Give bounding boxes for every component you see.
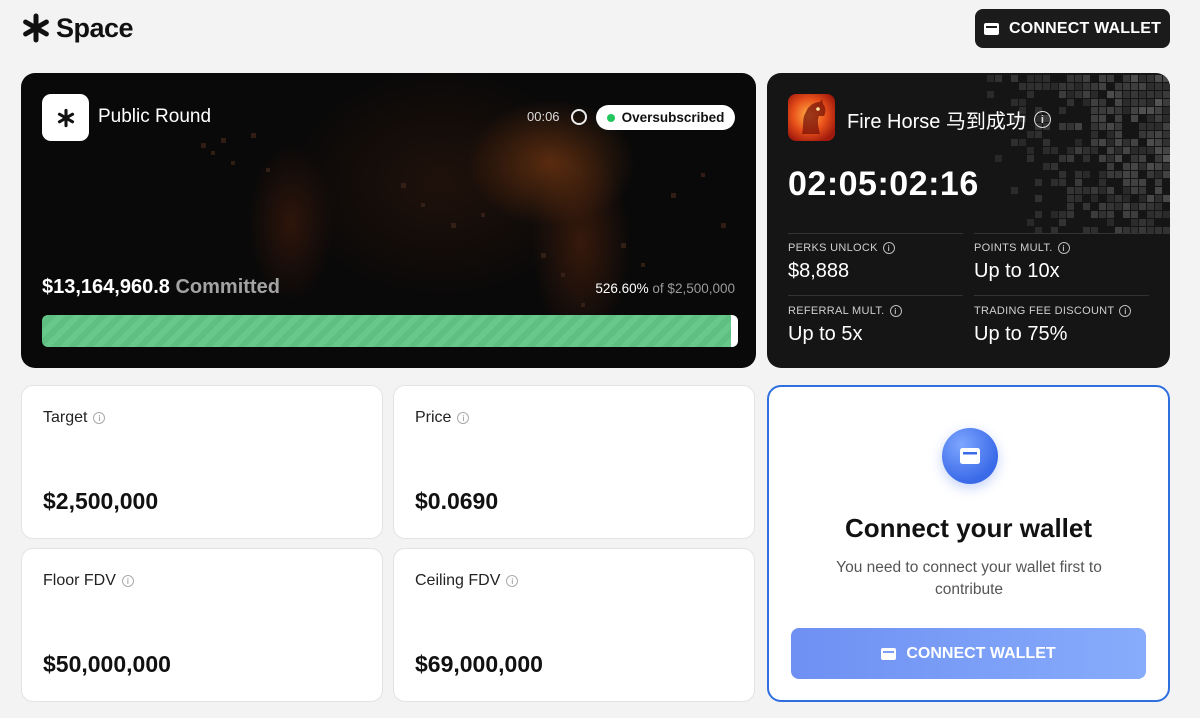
- percent-value: 526.60%: [595, 281, 649, 296]
- committed-amount: $13,164,960.8 Committed: [42, 276, 280, 299]
- metric-value: $69,000,000: [415, 651, 543, 677]
- metric-label-text: Target: [43, 409, 88, 426]
- stat-perks-unlock: PERKS UNLOCK i $8,888: [788, 242, 963, 283]
- info-icon[interactable]: i: [889, 305, 902, 317]
- connect-wallet-cta-label: CONNECT WALLET: [906, 644, 1056, 662]
- metric-label-text: Floor FDV: [43, 572, 116, 589]
- round-icon: [42, 94, 89, 141]
- wallet-icon: [983, 22, 999, 35]
- asterisk-icon: [57, 108, 74, 127]
- wallet-icon: [960, 448, 980, 464]
- committed-value: $13,164,960.8: [42, 276, 170, 298]
- metric-label-text: Price: [415, 409, 452, 426]
- timer-circle-icon: [571, 109, 587, 125]
- metric-label: Ceiling FDV i: [415, 572, 519, 590]
- connect-wallet-label: CONNECT WALLET: [1008, 19, 1162, 37]
- round-title: Public Round: [98, 106, 212, 127]
- stat-label: REFERRAL MULT. i: [788, 305, 963, 317]
- progress-bar: [42, 315, 738, 347]
- connect-wallet-button[interactable]: CONNECT WALLET: [975, 9, 1170, 48]
- asterisk-logo-icon: [23, 13, 49, 43]
- metric-label: Target i: [43, 409, 106, 427]
- divider: [788, 295, 963, 296]
- metric-label: Price i: [415, 409, 470, 427]
- stat-value: Up to 10x: [974, 260, 1060, 282]
- public-round-card: Public Round 00:06 Oversubscribed $13,16…: [21, 73, 756, 368]
- metric-value: $2,500,000: [43, 488, 159, 514]
- progress-fill: [42, 315, 738, 347]
- event-title-text: Fire Horse 马到成功: [847, 111, 1026, 133]
- info-icon[interactable]: i: [1057, 242, 1070, 254]
- metric-card-floor-fdv: Floor FDV i $50,000,000: [21, 548, 383, 702]
- divider: [788, 233, 963, 234]
- stat-label: POINTS MULT. i: [974, 242, 1149, 254]
- countdown-timer: 02:05:02:16: [788, 165, 979, 203]
- brand-name: Space: [56, 12, 134, 43]
- metric-value: $50,000,000: [43, 651, 171, 677]
- brand-logo[interactable]: Space: [20, 12, 134, 44]
- stat-value: Up to 5x: [788, 323, 863, 345]
- stat-label-text: POINTS MULT.: [974, 242, 1053, 254]
- wallet-icon: [881, 647, 897, 660]
- fire-horse-avatar: [788, 94, 835, 141]
- progress-percent: 526.60% of $2,500,000: [595, 281, 735, 296]
- metric-label-text: Ceiling FDV: [415, 572, 501, 589]
- committed-label: Committed: [175, 276, 280, 298]
- metric-label: Floor FDV i: [43, 572, 134, 590]
- connect-panel-title: Connect your wallet: [844, 513, 1093, 543]
- wallet-badge-icon: [942, 428, 998, 484]
- stat-label: TRADING FEE DISCOUNT i: [974, 305, 1149, 317]
- info-icon[interactable]: i: [1033, 111, 1051, 128]
- connect-panel-description: You need to connect your wallet first to…: [836, 559, 1102, 598]
- connect-wallet-panel: Connect your wallet You need to connect …: [767, 385, 1170, 702]
- info-icon[interactable]: i: [121, 575, 134, 587]
- event-title: Fire Horse 马到成功 i: [847, 105, 1051, 134]
- divider: [974, 233, 1149, 234]
- stat-label: PERKS UNLOCK i: [788, 242, 963, 254]
- stat-points-mult: POINTS MULT. i Up to 10x: [974, 242, 1149, 283]
- divider: [974, 295, 1149, 296]
- connect-wallet-cta-button[interactable]: CONNECT WALLET: [791, 628, 1146, 679]
- round-timer: 00:06: [527, 109, 560, 124]
- progress-cap: [731, 315, 738, 347]
- status-label: Oversubscribed: [621, 110, 725, 125]
- fire-horse-card: Fire Horse 马到成功 i 02:05:02:16 PERKS UNLO…: [767, 73, 1170, 368]
- metric-card-price: Price i $0.0690: [393, 385, 755, 539]
- info-icon[interactable]: i: [93, 412, 106, 424]
- metric-value: $0.0690: [415, 488, 499, 514]
- stat-trading-fee-discount: TRADING FEE DISCOUNT i Up to 75%: [974, 305, 1149, 346]
- stat-label-text: TRADING FEE DISCOUNT: [974, 305, 1115, 317]
- metric-card-ceiling-fdv: Ceiling FDV i $69,000,000: [393, 548, 755, 702]
- percent-of-label: of $2,500,000: [652, 281, 735, 296]
- stat-value: Up to 75%: [974, 323, 1068, 345]
- stat-value: $8,888: [788, 260, 850, 282]
- stat-label-text: PERKS UNLOCK: [788, 242, 878, 254]
- info-icon[interactable]: i: [1119, 305, 1132, 317]
- status-dot-icon: [606, 113, 615, 122]
- info-icon[interactable]: i: [506, 575, 519, 587]
- horse-icon: [802, 99, 826, 134]
- status-badge: Oversubscribed: [596, 105, 735, 130]
- stat-label-text: REFERRAL MULT.: [788, 305, 885, 317]
- stat-referral-mult: REFERRAL MULT. i Up to 5x: [788, 305, 963, 346]
- info-icon[interactable]: i: [882, 242, 895, 254]
- metric-card-target: Target i $2,500,000: [21, 385, 383, 539]
- info-icon[interactable]: i: [457, 412, 470, 424]
